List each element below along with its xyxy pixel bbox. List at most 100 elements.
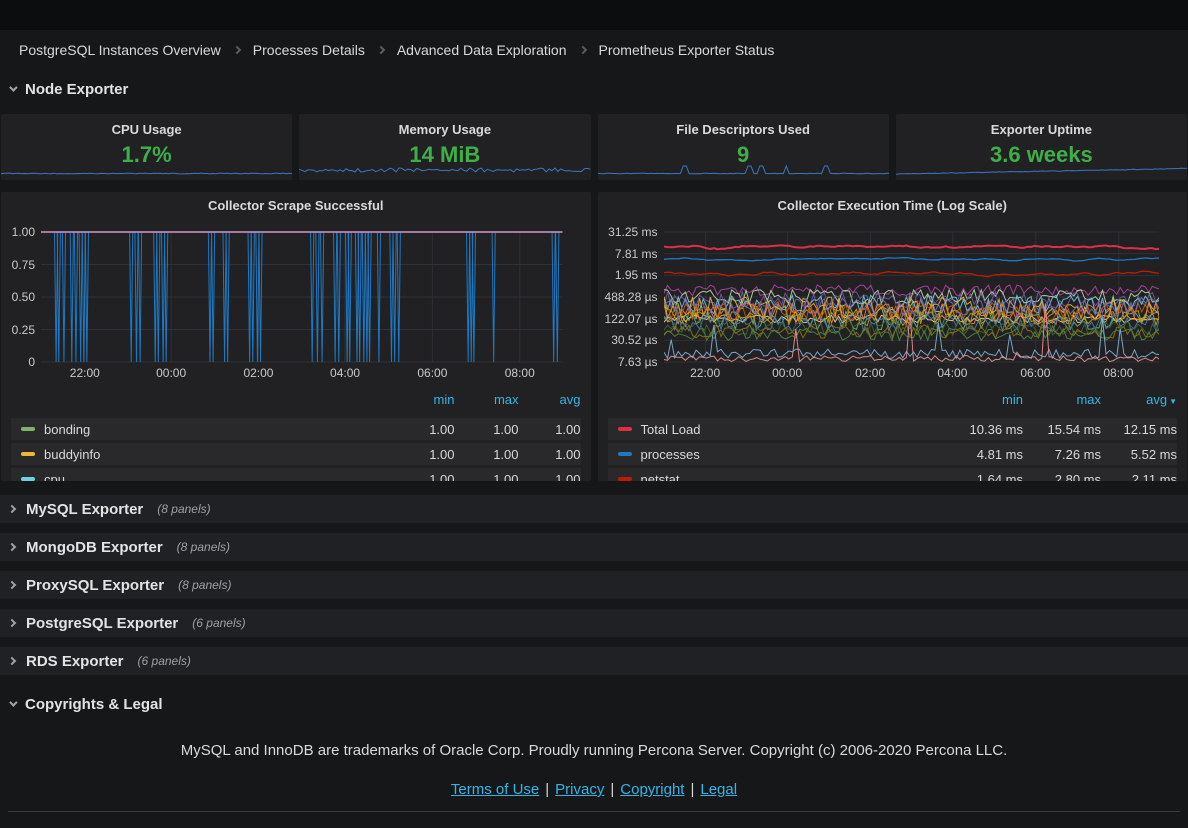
legend-min-value: 1.64 ms <box>937 472 1023 482</box>
legend-header: min max avg▼ <box>608 388 1178 410</box>
row-header-rds-exporter[interactable]: RDS Exporter (6 panels) <box>0 647 1188 675</box>
x-tick-label: 02:00 <box>243 366 273 380</box>
row-header-node-exporter[interactable]: Node Exporter <box>0 70 1188 108</box>
x-axis: 22:0000:0002:0004:0006:0008:00 <box>664 364 1160 380</box>
panel-collector-scrape-successful: Collector Scrape Successful 1.000.750.50… <box>1 192 591 481</box>
legend-min-value: 1.00 <box>403 472 455 482</box>
x-tick-label: 06:00 <box>1020 366 1050 380</box>
breadcrumb-item-advanced-data-exploration[interactable]: Advanced Data Exploration <box>397 42 567 58</box>
x-tick-label: 00:00 <box>156 366 186 380</box>
legend-max-value: 7.26 ms <box>1023 447 1101 462</box>
series-color-dash <box>21 427 35 431</box>
y-tick-label: 31.25 ms <box>608 225 657 239</box>
x-tick-label: 00:00 <box>772 366 802 380</box>
legend-max-value: 1.00 <box>455 472 519 482</box>
breadcrumb: PostgreSQL Instances Overview Processes … <box>0 30 1188 70</box>
stat-value: 3.6 weeks <box>896 142 1187 168</box>
x-tick-label: 22:00 <box>690 366 720 380</box>
legend-min-value: 10.36 ms <box>937 422 1023 437</box>
chevron-right-icon <box>8 505 16 513</box>
row-title: MongoDB Exporter <box>26 539 163 556</box>
chevron-right-icon <box>8 543 16 551</box>
breadcrumb-item-prometheus-exporter-status[interactable]: Prometheus Exporter Status <box>599 42 775 58</box>
y-tick-label: 7.63 µs <box>618 355 658 369</box>
panel-collector-execution-time: Collector Execution Time (Log Scale) 31.… <box>598 192 1188 481</box>
x-tick-label: 08:00 <box>1103 366 1133 380</box>
legend-max-value: 1.00 <box>455 422 519 437</box>
legend-label-netstat[interactable]: netstat <box>641 472 680 482</box>
row-header-proxysql-exporter[interactable]: ProxySQL Exporter (8 panels) <box>0 571 1188 599</box>
y-tick-label: 122.07 µs <box>605 312 658 326</box>
link-privacy[interactable]: Privacy <box>555 781 604 798</box>
stat-value: 9 <box>598 142 889 168</box>
link-copyright[interactable]: Copyright <box>620 781 684 798</box>
legend-sort-min[interactable]: min <box>403 392 455 407</box>
legend-avg-value: 1.00 <box>519 447 581 462</box>
chevron-right-icon <box>8 619 16 627</box>
legend-sort-avg[interactable]: avg▼ <box>1101 392 1177 407</box>
row-panel-count: (6 panels) <box>192 616 245 630</box>
legend-row: buddyinfo 1.00 1.00 1.00 <box>11 443 581 465</box>
execution-time-plot[interactable] <box>664 218 1160 364</box>
legend-header: min max avg <box>11 388 581 410</box>
breadcrumb-separator-icon <box>377 46 385 54</box>
row-header-mysql-exporter[interactable]: MySQL Exporter (8 panels) <box>0 495 1188 523</box>
series-color-dash <box>21 477 35 481</box>
row-header-mongodb-exporter[interactable]: MongoDB Exporter (8 panels) <box>0 533 1188 561</box>
panel-title[interactable]: CPU Usage <box>1 114 292 137</box>
row-panel-count: (8 panels) <box>157 502 210 516</box>
x-tick-label: 22:00 <box>70 366 100 380</box>
chevron-down-icon <box>9 83 17 91</box>
link-separator: | <box>545 781 549 798</box>
copyright-text: MySQL and InnoDB are trademarks of Oracl… <box>0 742 1188 759</box>
breadcrumb-separator-icon <box>233 46 241 54</box>
y-tick-label: 488.28 µs <box>605 290 658 304</box>
y-tick-label: 1.95 ms <box>615 268 658 282</box>
y-tick-label: 0 <box>28 355 35 369</box>
link-terms-of-use[interactable]: Terms of Use <box>451 781 539 798</box>
panel-title[interactable]: File Descriptors Used <box>598 114 889 137</box>
row-panel-count: (8 panels) <box>177 540 230 554</box>
panel-title[interactable]: Exporter Uptime <box>896 114 1187 137</box>
legend: min max avg bonding 1.00 1.00 1.00 buddy… <box>11 388 581 481</box>
legend-label-cpu[interactable]: cpu <box>44 472 65 482</box>
legend-label-processes[interactable]: processes <box>641 447 700 462</box>
row-title: ProxySQL Exporter <box>26 577 164 594</box>
link-legal[interactable]: Legal <box>700 781 737 798</box>
x-tick-label: 04:00 <box>937 366 967 380</box>
x-tick-label: 08:00 <box>505 366 535 380</box>
legend-label-buddyinfo[interactable]: buddyinfo <box>44 447 100 462</box>
row-title: PostgreSQL Exporter <box>26 615 178 632</box>
legend-avg-value: 1.00 <box>519 472 581 482</box>
legend-label-total-load[interactable]: Total Load <box>641 422 701 437</box>
legend-row: netstat 1.64 ms 2.80 ms 2.11 ms <box>608 468 1178 481</box>
row-header-postgresql-exporter[interactable]: PostgreSQL Exporter (6 panels) <box>0 609 1188 637</box>
panel-file-descriptors-used: File Descriptors Used 9 <box>598 114 889 180</box>
link-separator: | <box>690 781 694 798</box>
breadcrumb-item-processes-details[interactable]: Processes Details <box>253 42 365 58</box>
legend-avg-value: 2.11 ms <box>1101 472 1177 482</box>
legend-min-value: 1.00 <box>403 422 455 437</box>
row-panel-count: (6 panels) <box>138 654 191 668</box>
series-color-dash <box>618 477 632 481</box>
legend-sort-avg[interactable]: avg <box>519 392 581 407</box>
legend-row: bonding 1.00 1.00 1.00 <box>11 418 581 440</box>
y-tick-label: 0.25 <box>12 323 35 337</box>
sort-caret-icon: ▼ <box>1169 397 1177 406</box>
x-tick-label: 04:00 <box>330 366 360 380</box>
y-tick-label: 30.52 µs <box>611 333 657 347</box>
breadcrumb-separator-icon <box>578 46 586 54</box>
y-tick-label: 1.00 <box>12 225 35 239</box>
row-title: RDS Exporter <box>26 653 124 670</box>
breadcrumb-item-postgresql-instances-overview[interactable]: PostgreSQL Instances Overview <box>19 42 221 58</box>
row-header-copyrights-legal[interactable]: Copyrights & Legal <box>0 685 1188 723</box>
panel-title[interactable]: Memory Usage <box>299 114 590 137</box>
legend-sort-min[interactable]: min <box>937 392 1023 407</box>
legend-sort-max[interactable]: max <box>455 392 519 407</box>
legend-sort-max[interactable]: max <box>1023 392 1101 407</box>
panel-title[interactable]: Collector Execution Time (Log Scale) <box>608 192 1178 218</box>
legend-label-bonding[interactable]: bonding <box>44 422 90 437</box>
scrape-successful-plot[interactable] <box>41 218 563 364</box>
panel-memory-usage: Memory Usage 14 MiB <box>299 114 590 180</box>
panel-title[interactable]: Collector Scrape Successful <box>11 192 581 218</box>
